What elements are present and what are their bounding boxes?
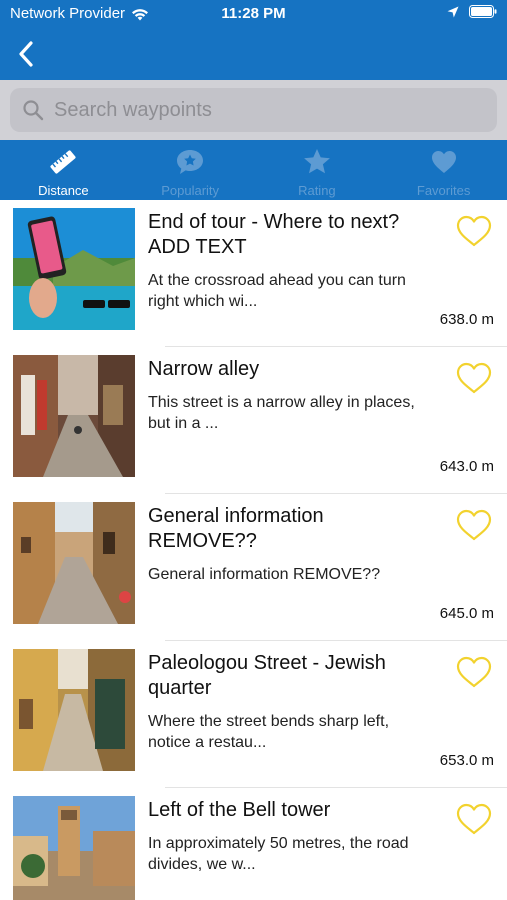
waypoint-photo: [13, 355, 135, 477]
list-item[interactable]: Left of the Bell tower In approximately …: [0, 788, 507, 900]
tab-label: Distance: [38, 183, 89, 198]
tab-distance[interactable]: Distance: [0, 140, 127, 200]
search-bar[interactable]: [10, 88, 497, 132]
waypoint-photo: [13, 796, 135, 900]
waypoint-distance: 645.0 m: [439, 605, 494, 622]
waypoint-title: Narrow alley: [148, 358, 260, 380]
sort-tabs: Distance Popularity Rating Favorites: [0, 140, 507, 200]
list-item[interactable]: End of tour - Where to next? ADD TEXT At…: [0, 200, 507, 347]
search-area: [0, 80, 507, 140]
tab-rating[interactable]: Rating: [254, 140, 381, 200]
location-arrow-icon: [447, 6, 459, 17]
waypoint-list: End of tour - Where to next? ADD TEXT At…: [0, 200, 507, 900]
star-icon: [303, 149, 330, 174]
favorite-heart-icon[interactable]: [455, 655, 493, 689]
waypoint-distance: 638.0 m: [439, 311, 494, 328]
waypoint-distance: 643.0 m: [439, 458, 494, 475]
waypoint-title: Left of the Bell tower: [148, 799, 331, 821]
chevron-left-icon: [19, 41, 33, 67]
tab-label: Popularity: [161, 183, 220, 198]
waypoint-description: Where the street bends sharp left, notic…: [148, 713, 390, 751]
back-button[interactable]: [8, 36, 44, 72]
waypoint-thumbnail: [13, 502, 135, 624]
ruler-icon: [50, 150, 76, 174]
waypoint-description: In approximately 50 metres, the road div…: [148, 835, 409, 873]
waypoint-photo: [13, 208, 135, 330]
tab-label: Rating: [298, 183, 336, 198]
waypoint-thumbnail: [13, 649, 135, 771]
waypoint-photo: [13, 649, 135, 771]
star-bubble-icon: [177, 150, 204, 174]
waypoint-thumbnail: [13, 796, 135, 900]
navigation-bar: [0, 28, 507, 80]
waypoint-distance: 653.0 m: [439, 752, 494, 769]
favorite-heart-icon[interactable]: [455, 802, 493, 836]
waypoint-thumbnail: [13, 355, 135, 477]
status-bar: Network Provider 11:28 PM: [0, 0, 507, 28]
waypoint-description: General information REMOVE??: [148, 566, 381, 583]
waypoint-description: This street is a narrow alley in places,…: [148, 394, 415, 432]
list-item[interactable]: Paleologou Street - Jewish quarter Where…: [0, 641, 507, 788]
list-item[interactable]: Narrow alley This street is a narrow all…: [0, 347, 507, 494]
favorite-heart-icon[interactable]: [455, 508, 493, 542]
battery-icon: [469, 5, 497, 18]
tab-favorites[interactable]: Favorites: [380, 140, 507, 200]
search-input[interactable]: [52, 97, 476, 123]
favorite-heart-icon[interactable]: [455, 214, 493, 248]
waypoint-thumbnail: [13, 208, 135, 330]
heart-icon: [431, 151, 456, 173]
waypoint-description: At the crossroad ahead you can turn righ…: [148, 272, 406, 310]
waypoint-title: Paleologou Street - Jewish quarter: [148, 652, 386, 699]
tab-popularity[interactable]: Popularity: [127, 140, 254, 200]
search-icon: [23, 100, 44, 121]
status-right: [447, 5, 497, 18]
clock: 11:28 PM: [221, 5, 286, 22]
waypoint-title: General information REMOVE??: [148, 505, 324, 552]
waypoint-photo: [13, 502, 135, 624]
list-item[interactable]: General information REMOVE?? General inf…: [0, 494, 507, 641]
favorite-heart-icon[interactable]: [455, 361, 493, 395]
waypoint-title: End of tour - Where to next? ADD TEXT: [148, 211, 400, 258]
tab-label: Favorites: [416, 183, 471, 198]
